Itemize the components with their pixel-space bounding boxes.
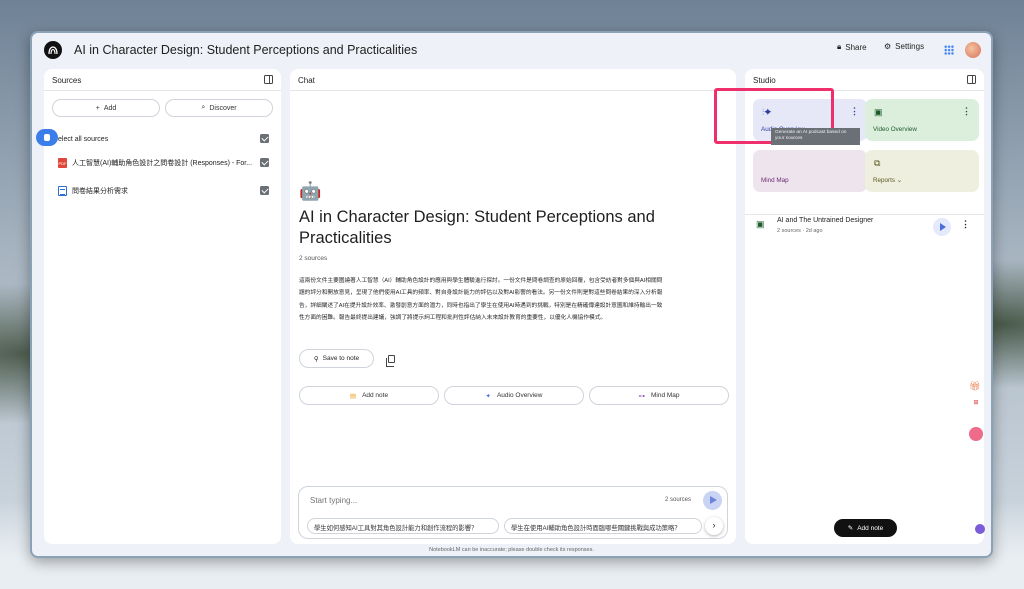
chevron-right-icon[interactable]: ›: [705, 517, 723, 535]
audio-item-title: AI and The Untrained Designer: [777, 217, 874, 224]
chat-composer: 2 sources 學生如何感知AI工具對其角色設計能力和創作流程的影響？ 學生…: [298, 486, 728, 539]
tile-label: Mind Map: [761, 177, 789, 184]
notebooklm-logo-icon[interactable]: [44, 41, 62, 59]
video-overview-tile[interactable]: ▣ ⋮ Video Overview: [865, 99, 979, 141]
pin-icon: ⚲: [313, 355, 319, 363]
reports-tile[interactable]: ⧉ Reports ⌄: [865, 150, 979, 192]
more-options-icon[interactable]: ⋮: [962, 106, 971, 117]
discover-label: Discover: [209, 104, 237, 112]
quick-label: Mind Map: [650, 392, 680, 399]
save-to-note-button[interactable]: ⚲ Save to note: [299, 349, 374, 368]
disclaimer-footer: NotebookLM can be inaccurate; please dou…: [429, 547, 594, 553]
copy-icon[interactable]: [386, 355, 395, 367]
send-icon[interactable]: [703, 491, 722, 510]
collapse-panel-icon[interactable]: [264, 75, 273, 84]
source-checkbox[interactable]: [260, 186, 269, 195]
sources-panel: Sources + Add ⌕ Discover elect all sourc…: [44, 69, 281, 544]
add-note-quick-button[interactable]: ▤ Add note: [299, 386, 439, 405]
robot-emoji-icon: 🤖: [299, 181, 322, 201]
chat-header: Chat: [290, 69, 736, 91]
quick-label: Add note: [362, 392, 389, 399]
studio-title: Studio: [753, 76, 776, 85]
audio-overview-item[interactable]: ▣ AI and The Untrained Designer 2 source…: [755, 217, 975, 243]
extension-pink-icon[interactable]: [969, 427, 983, 441]
source-checkbox[interactable]: [260, 158, 269, 167]
select-all-label: elect all sources: [58, 135, 109, 143]
share-button[interactable]: 🔒︎ Share: [837, 42, 867, 52]
save-to-note-label: Save to note: [322, 355, 360, 362]
suggestion-chip[interactable]: 學生如何感知AI工具對其角色設計能力和創作流程的影響？: [307, 518, 499, 534]
divider: [745, 214, 984, 215]
share-label: Share: [845, 42, 867, 52]
reports-icon: ⧉: [874, 158, 881, 168]
select-all-row[interactable]: elect all sources: [58, 132, 269, 146]
audio-overview-quick-button[interactable]: ✦ Audio Overview: [444, 386, 584, 405]
audio-item-meta: 2 sources · 2d ago: [777, 228, 823, 234]
pdf-icon: PDF: [58, 158, 67, 168]
sparkle-icon: ✦: [485, 392, 491, 400]
select-all-checkbox[interactable]: [260, 134, 269, 143]
add-source-button[interactable]: + Add: [52, 99, 160, 117]
doc-icon: [58, 186, 67, 196]
add-note-label: Add note: [857, 524, 884, 532]
notebook-heading: AI in Character Design: Student Percepti…: [299, 208, 655, 247]
discover-button[interactable]: ⌕ Discover: [165, 99, 273, 117]
note-icon: ▤: [349, 392, 357, 400]
notebook-summary: 這兩份文件主要圍繞著人工智慧（AI）輔助角色設計的應用與學生體驗進行探討。一份文…: [299, 278, 663, 322]
mindmap-icon: ⊶: [638, 392, 645, 400]
composer-source-count: 2 sources: [665, 497, 692, 503]
collapse-panel-icon[interactable]: [967, 75, 976, 84]
app-window: AI in Character Design: Student Percepti…: [30, 31, 993, 558]
top-bar: AI in Character Design: Student Percepti…: [32, 33, 991, 67]
chat-title-label: Chat: [298, 76, 315, 85]
tile-label: Reports ⌄: [873, 177, 903, 184]
mind-map-tile[interactable]: Mind Map: [753, 150, 867, 192]
source-item-label: 問卷結果分析需求: [72, 188, 128, 195]
gemini-icon[interactable]: [975, 524, 985, 534]
suggestion-chip[interactable]: 學生在使用AI輔助角色設計時面臨哪些關鍵挑戰與成功策略？: [504, 518, 702, 534]
gift-icon[interactable]: 🎁︎: [969, 381, 980, 392]
more-options-icon[interactable]: ⋮: [961, 219, 970, 230]
gear-icon: ⚙: [884, 42, 892, 51]
plus-icon: +: [95, 104, 100, 112]
source-item[interactable]: PDF 人工智慧(AI)輔助角色設計之問卷設計 (Responses) - Fo…: [58, 156, 269, 170]
source-actions: + Add ⌕ Discover: [44, 91, 281, 117]
apps-grid-icon[interactable]: [944, 45, 954, 55]
mind-map-quick-button[interactable]: ⊶ Mind Map: [589, 386, 729, 405]
source-count: 2 sources: [299, 255, 328, 262]
studio-panel: Studio ⫶✦ ⋮ Audio Overview ▣ ⋮ Video Ove…: [745, 69, 984, 544]
more-options-icon[interactable]: ⋮: [850, 106, 859, 117]
video-icon: ▣: [874, 107, 883, 117]
quick-actions: ▤ Add note ✦ Audio Overview ⊶ Mind Map: [299, 386, 729, 405]
add-note-button[interactable]: ✎ Add note: [834, 519, 897, 537]
sources-header: Sources: [44, 69, 281, 91]
audio-overview-tooltip: Generate an AI podcast based on your sou…: [771, 128, 860, 145]
extension-fab-icon[interactable]: [36, 129, 58, 146]
quick-label: Audio Overview: [496, 392, 543, 399]
discover-icon: ⌕: [201, 104, 206, 111]
tile-label: Video Overview: [873, 126, 917, 133]
source-item-label: 人工智慧(AI)輔助角色設計之問卷設計 (Responses) - For...: [72, 160, 253, 167]
settings-label: Settings: [895, 42, 925, 51]
video-icon: ▣: [756, 219, 765, 229]
avatar[interactable]: [965, 42, 981, 58]
chat-input[interactable]: [310, 496, 610, 505]
new-extension-icon[interactable]: ⊞: [969, 399, 983, 413]
source-item[interactable]: 問卷結果分析需求: [58, 184, 269, 198]
chat-panel: Chat 🤖 AI in Character Design: Student P…: [290, 69, 736, 544]
play-icon[interactable]: [933, 218, 951, 236]
pencil-icon: ✎: [847, 525, 854, 532]
sources-title: Sources: [52, 76, 82, 85]
add-source-label: Add: [103, 104, 117, 112]
settings-button[interactable]: ⚙ Settings: [884, 42, 924, 51]
notebook-title[interactable]: AI in Character Design: Student Percepti…: [74, 43, 417, 57]
lock-icon: 🔒︎: [837, 42, 842, 51]
